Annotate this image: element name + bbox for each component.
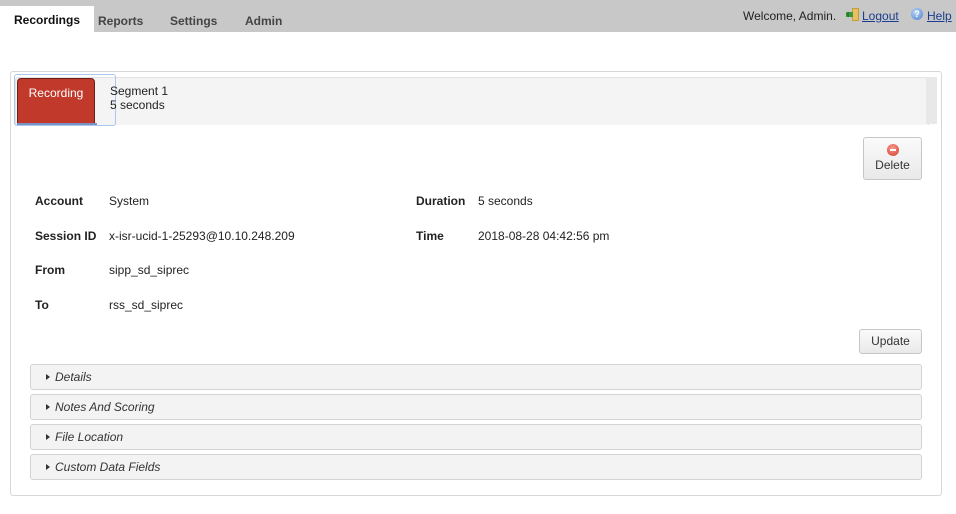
update-button[interactable]: Update [859,329,922,354]
time-value: 2018-08-28 04:42:56 pm [478,229,610,243]
from-value: sipp_sd_siprec [109,263,190,277]
recording-panel: Recording Segment 1 5 seconds Delete Acc… [10,71,942,496]
from-label: From [35,263,65,277]
session-id-value: x-isr-ucid-1-25293@10.10.248.209 [109,229,295,243]
segment-duration: 5 seconds [110,98,165,112]
account-value: System [109,194,150,208]
time-label: Time [416,229,444,243]
accordion-title: File Location [55,430,124,444]
session-id-label: Session ID [35,229,97,243]
accordion-title: Notes And Scoring [55,400,155,414]
account-label: Account [35,194,83,208]
accordion-notes-and-scoring[interactable]: Notes And Scoring [30,394,922,420]
expand-triangle-icon [46,434,50,440]
tab-strip-scrollbar[interactable] [926,77,937,124]
logout-icon[interactable] [846,8,860,21]
to-label: To [35,298,49,312]
nav-tab-admin[interactable]: Admin [231,8,296,32]
welcome-text: Welcome, Admin. [743,9,837,23]
accordion-details[interactable]: Details [30,364,922,390]
top-nav-bar: Recordings Reports Settings Admin Welcom… [0,0,956,32]
accordion-file-location[interactable]: File Location [30,424,922,450]
nav-tab-settings[interactable]: Settings [156,8,231,32]
delete-button[interactable]: Delete [863,137,922,180]
expand-triangle-icon [46,404,50,410]
help-icon[interactable]: ? [911,8,923,20]
expand-triangle-icon [46,374,50,380]
duration-value: 5 seconds [478,194,533,208]
expand-triangle-icon [46,464,50,470]
recording-tab[interactable]: Recording [17,78,95,124]
to-value: rss_sd_siprec [109,298,184,312]
nav-tab-reports[interactable]: Reports [84,8,157,32]
accordion-title: Custom Data Fields [55,460,161,474]
accordion-title: Details [55,370,92,384]
duration-label: Duration [416,194,466,208]
segment-title: Segment 1 [110,84,169,98]
delete-label: Delete [875,158,910,172]
segment-1-tab[interactable]: Segment 1 5 seconds [110,84,168,112]
logout-link[interactable]: Logout [862,9,899,23]
recording-tab-underline [17,123,97,125]
delete-icon [886,144,899,156]
accordion-custom-data-fields[interactable]: Custom Data Fields [30,454,922,480]
nav-tab-recordings[interactable]: Recordings [0,6,95,32]
help-link[interactable]: Help [927,9,952,23]
